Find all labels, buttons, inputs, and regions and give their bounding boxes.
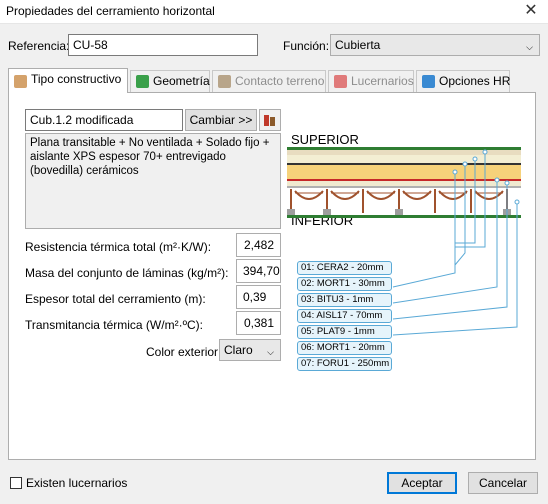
layer-label[interactable]: 02: MORT1 - 30mm	[297, 277, 392, 291]
chevron-down-icon: ⌵	[267, 347, 274, 357]
close-icon[interactable]: ✕	[514, 0, 548, 24]
accept-button[interactable]: Aceptar	[387, 472, 457, 494]
layers-icon	[14, 75, 27, 88]
property-label: Resistencia térmica total (m²·K/W):	[25, 240, 212, 254]
tab-label: Opciones HR	[439, 74, 511, 88]
funcion-label: Función:	[283, 39, 330, 53]
property-value: 0,381	[236, 311, 281, 335]
tab-tipo-constructivo[interactable]: Tipo constructivo	[8, 68, 128, 93]
humidity-icon	[422, 75, 435, 88]
layer-label[interactable]: 06: MORT1 - 20mm	[297, 341, 392, 355]
window-title: Propiedades del cerramiento horizontal	[6, 4, 215, 18]
tab-label: Tipo constructivo	[31, 72, 122, 86]
referencia-label: Referencia:	[8, 39, 70, 53]
skylights-checkbox[interactable]	[10, 477, 22, 489]
color-exterior-select[interactable]: Claro ⌵	[219, 339, 281, 361]
layer-label[interactable]: 04: AISL17 - 70mm	[297, 309, 392, 323]
superior-label: SUPERIOR	[291, 132, 359, 147]
color-exterior-value: Claro	[224, 343, 253, 357]
ground-contact-icon	[218, 75, 231, 88]
chevron-down-icon: ⌵	[526, 42, 533, 52]
tab-label: Geometría	[153, 74, 210, 88]
layer-label[interactable]: 03: BITU3 - 1mm	[297, 293, 392, 307]
color-exterior-label: Color exterior:	[146, 345, 222, 359]
library-button[interactable]	[259, 109, 281, 131]
title-bar: Propiedades del cerramiento horizontal ✕	[0, 0, 548, 24]
layer-label[interactable]: 01: CERA2 - 20mm	[297, 261, 392, 275]
construction-name-field[interactable]: Cub.1.2 modificada	[25, 109, 183, 131]
tab-geometria[interactable]: Geometría	[130, 70, 210, 92]
property-value: 2,482	[236, 233, 281, 257]
property-value: 0,39	[236, 285, 281, 309]
skylights-label: Existen lucernarios	[26, 476, 128, 490]
tab-opciones-hr[interactable]: Opciones HR	[416, 70, 510, 92]
funcion-value: Cubierta	[335, 38, 381, 52]
skylight-icon	[334, 75, 347, 88]
library-icon	[264, 115, 275, 126]
layer-label[interactable]: 07: FORU1 - 250mm	[297, 357, 392, 371]
property-label: Transmitancia térmica (W/m²·ºC):	[25, 318, 203, 332]
funcion-select[interactable]: Cubierta ⌵	[330, 34, 540, 56]
property-label: Masa del conjunto de láminas (kg/m²):	[25, 266, 229, 280]
tab-label: Contacto terreno	[235, 74, 325, 88]
change-construction-button[interactable]: Cambiar >>	[185, 109, 257, 131]
property-label: Espesor total del cerramiento (m):	[25, 292, 206, 306]
construction-description[interactable]: Plana transitable + No ventilada + Solad…	[25, 133, 281, 229]
tab-lucernarios[interactable]: Lucernarios	[328, 70, 414, 92]
layer-label[interactable]: 05: PLAT9 - 1mm	[297, 325, 392, 339]
tab-label: Lucernarios	[351, 74, 414, 88]
property-value: 394,70	[236, 259, 281, 283]
cancel-button[interactable]: Cancelar	[468, 472, 538, 494]
dialog-body: Referencia: CU-58 Función: Cubierta ⌵ Ti…	[0, 24, 548, 504]
referencia-input[interactable]: CU-58	[68, 34, 258, 56]
tipo-constructivo-panel: Cub.1.2 modificada Cambiar >> Plana tran…	[8, 92, 536, 460]
tab-contacto-terreno[interactable]: Contacto terreno	[212, 70, 326, 92]
geometry-icon	[136, 75, 149, 88]
